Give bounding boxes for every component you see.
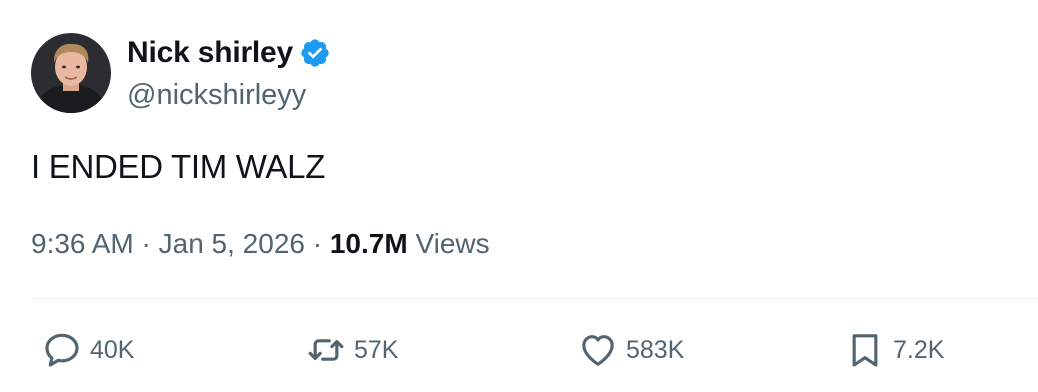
reply-button[interactable]: 40K — [42, 328, 134, 372]
reply-icon — [45, 333, 79, 367]
avatar-image — [31, 33, 111, 113]
action-bar: 40K 57K 583K 7.2K — [0, 328, 1038, 372]
like-count: 583K — [626, 335, 685, 364]
heart-icon — [582, 335, 614, 366]
tweet-meta: 9:36 AM · Jan 5, 2026 · 10.7M Views — [31, 226, 490, 262]
repost-icon — [308, 339, 344, 361]
tweet-text: I ENDED TIM WALZ — [31, 148, 326, 185]
views-count[interactable]: 10.7M — [330, 228, 408, 259]
views-label[interactable]: Views — [415, 228, 489, 259]
name-row: Nick shirley — [127, 33, 331, 73]
meta-separator: · — [312, 228, 323, 259]
display-name[interactable]: Nick shirley — [127, 36, 293, 70]
verified-badge-icon[interactable] — [299, 37, 331, 69]
tweet-time[interactable]: 9:36 AM — [31, 228, 134, 259]
meta-separator: · — [141, 228, 151, 259]
tweet-date[interactable]: Jan 5, 2026 — [159, 228, 305, 259]
divider — [31, 298, 1038, 299]
author-handle[interactable]: @nickshirleyy — [127, 77, 331, 113]
author-names: Nick shirley @nickshirleyy — [127, 33, 331, 113]
bookmark-button[interactable]: 7.2K — [845, 328, 944, 372]
like-button[interactable]: 583K — [578, 328, 684, 372]
bookmark-icon — [852, 334, 878, 367]
tweet-card: Nick shirley @nickshirleyy I ENDED TIM W… — [0, 0, 1038, 392]
tweet-header: Nick shirley @nickshirleyy — [31, 33, 331, 113]
repost-count: 57K — [354, 335, 399, 364]
avatar[interactable] — [31, 33, 111, 113]
bookmark-count: 7.2K — [893, 335, 945, 364]
repost-button[interactable]: 57K — [306, 328, 398, 372]
reply-count: 40K — [90, 335, 135, 364]
